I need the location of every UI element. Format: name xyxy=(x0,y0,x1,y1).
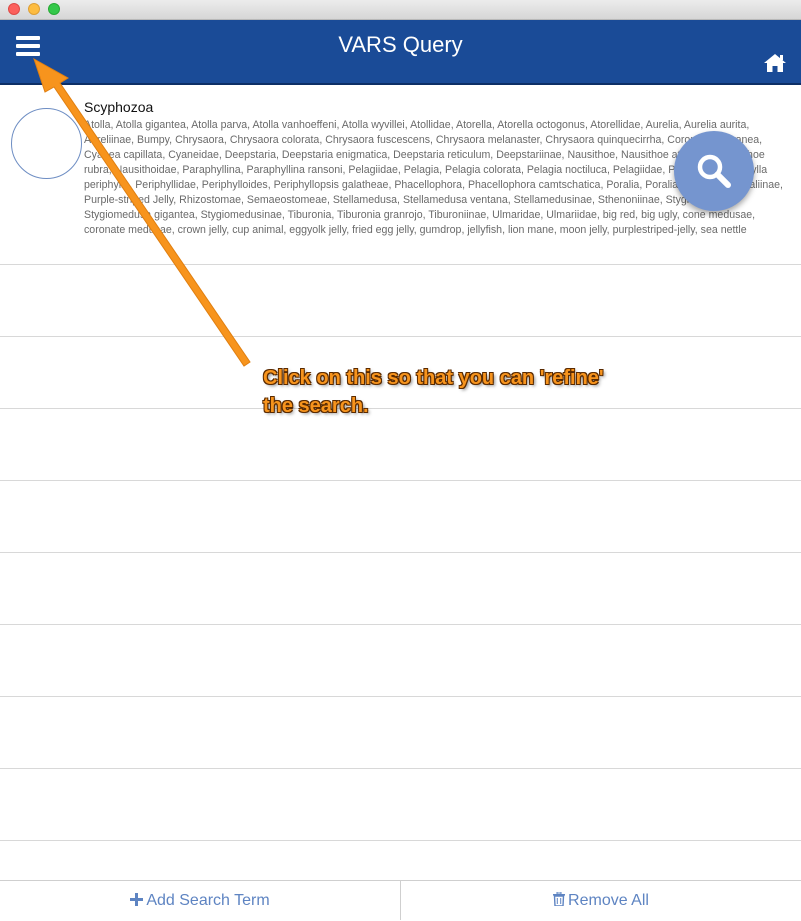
list-item xyxy=(0,265,801,337)
app-header: VARS Query xyxy=(0,20,801,85)
annotation-text: Click on this so that you can 'refine' t… xyxy=(263,367,604,417)
remove-all-label: Remove All xyxy=(568,892,649,909)
home-icon[interactable] xyxy=(764,54,786,77)
add-search-term-button[interactable]: Add Search Term xyxy=(0,881,401,920)
add-search-term-label: Add Search Term xyxy=(146,892,270,909)
window-titlebar xyxy=(0,0,801,20)
list-item xyxy=(0,769,801,841)
result-title: Scyphozoa xyxy=(84,99,154,115)
list-item xyxy=(0,481,801,553)
remove-all-button[interactable]: Remove All xyxy=(401,881,801,920)
trash-icon xyxy=(553,891,566,907)
results-list: Scyphozoa Atolla, Atolla gigantea, Atoll… xyxy=(0,85,801,879)
window-minimize-button[interactable] xyxy=(28,3,40,15)
window-close-button[interactable] xyxy=(8,3,20,15)
search-icon xyxy=(697,154,731,188)
window-maximize-button[interactable] xyxy=(48,3,60,15)
avatar xyxy=(11,108,82,179)
plus-icon xyxy=(130,893,144,906)
footer-toolbar: Add Search Term Remove All xyxy=(0,880,801,920)
list-item xyxy=(0,697,801,769)
list-item xyxy=(0,625,801,697)
list-item xyxy=(0,553,801,625)
app-title: VARS Query xyxy=(338,32,463,57)
search-button[interactable] xyxy=(674,131,754,211)
